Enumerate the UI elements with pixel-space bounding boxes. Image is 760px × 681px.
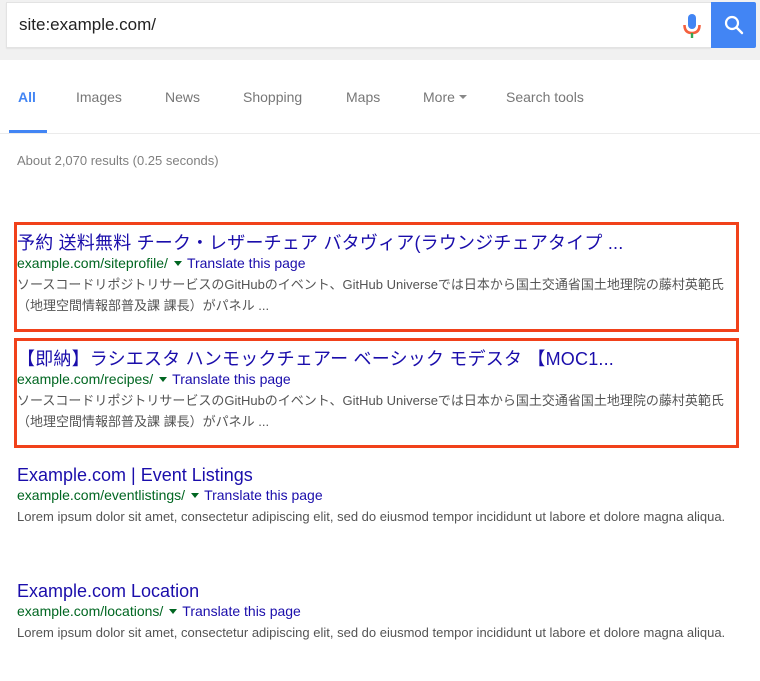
dropdown-arrow-icon[interactable]: [191, 492, 200, 498]
result-url[interactable]: example.com/siteprofile/: [17, 255, 168, 271]
active-tab-indicator: [9, 130, 47, 133]
translate-link[interactable]: Translate this page: [182, 603, 301, 619]
tab-all[interactable]: All: [18, 89, 36, 105]
tab-maps[interactable]: Maps: [346, 89, 380, 105]
dropdown-arrow-icon[interactable]: [169, 608, 178, 614]
result-url-line: example.com/recipes/Translate this page: [17, 370, 737, 388]
result-title[interactable]: 【即納】ラシエスタ ハンモックチェアー ベーシック モデスタ 【MOC1...: [17, 348, 737, 370]
microphone-icon[interactable]: [681, 13, 703, 41]
tab-shopping[interactable]: Shopping: [243, 89, 302, 105]
result-url[interactable]: example.com/eventlistings/: [17, 487, 185, 503]
search-result: 予約 送料無料 チーク・レザーチェア バタヴィア(ラウンジチェアタイプ ... …: [17, 232, 737, 316]
result-title[interactable]: Example.com Location: [17, 580, 737, 602]
result-url-line: example.com/locations/Translate this pag…: [17, 602, 737, 620]
caret-down-icon: [458, 95, 467, 100]
result-snippet: Lorem ipsum dolor sit amet, consectetur …: [17, 509, 726, 524]
result-url[interactable]: example.com/recipes/: [17, 371, 153, 387]
tab-images[interactable]: Images: [76, 89, 122, 105]
dropdown-arrow-icon[interactable]: [159, 376, 168, 382]
tab-more-label: More: [423, 89, 455, 105]
result-title[interactable]: Example.com | Event Listings: [17, 464, 737, 486]
result-snippet: Lorem ipsum dolor sit amet, consectetur …: [17, 625, 726, 640]
search-tabs: All Images News Shopping Maps More Searc…: [0, 60, 760, 134]
search-result: 【即納】ラシエスタ ハンモックチェアー ベーシック モデスタ 【MOC1... …: [17, 348, 737, 432]
result-url-line: example.com/siteprofile/Translate this p…: [17, 254, 737, 272]
translate-link[interactable]: Translate this page: [204, 487, 323, 503]
result-title[interactable]: 予約 送料無料 チーク・レザーチェア バタヴィア(ラウンジチェアタイプ ...: [17, 232, 737, 254]
search-input[interactable]: [19, 3, 659, 47]
search-box[interactable]: [6, 2, 711, 48]
tab-news[interactable]: News: [165, 89, 200, 105]
result-stats: About 2,070 results (0.25 seconds): [17, 153, 219, 168]
search-header: [0, 0, 760, 60]
dropdown-arrow-icon[interactable]: [173, 260, 182, 266]
translate-link[interactable]: Translate this page: [172, 371, 291, 387]
search-result: Example.com | Event Listings example.com…: [17, 464, 737, 527]
result-snippet: ソースコードリポジトリサービスのGitHubのイベント、GitHub Unive…: [17, 393, 724, 429]
tab-search-tools[interactable]: Search tools: [506, 89, 584, 105]
magnifier-icon: [724, 15, 743, 35]
result-url-line: example.com/eventlistings/Translate this…: [17, 486, 737, 504]
translate-link[interactable]: Translate this page: [187, 255, 306, 271]
search-result: Example.com Location example.com/locatio…: [17, 580, 737, 643]
result-snippet: ソースコードリポジトリサービスのGitHubのイベント、GitHub Unive…: [17, 277, 724, 313]
search-button[interactable]: [711, 2, 756, 48]
tab-more[interactable]: More: [423, 89, 467, 105]
result-url[interactable]: example.com/locations/: [17, 603, 163, 619]
